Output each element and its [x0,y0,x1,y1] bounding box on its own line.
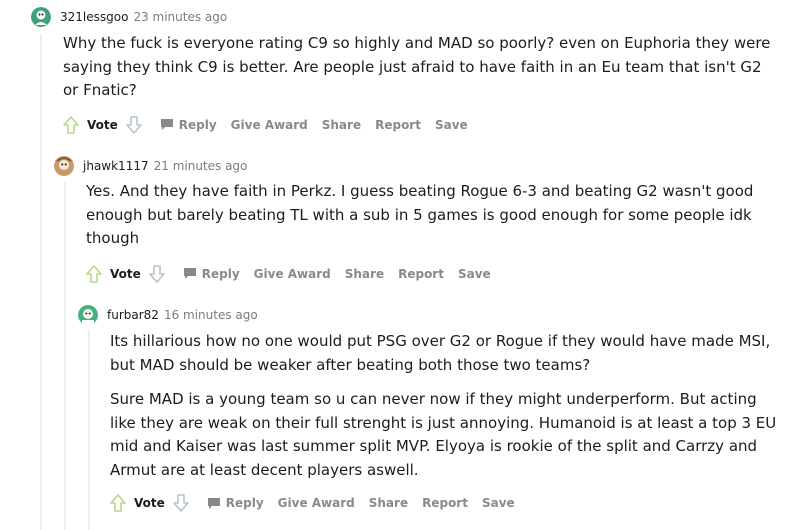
reply-icon [160,118,174,131]
upvote-arrow-icon [86,264,102,283]
upvote-button[interactable] [61,114,81,136]
comment: 321lessgoo 23 minutes ago Why the fuck i… [31,6,781,138]
comment-actions: Vote Reply Give Award Share Report Save [108,490,788,516]
downvote-arrow-icon [125,115,142,134]
save-button[interactable]: Save [435,118,468,132]
downvote-arrow-icon [172,494,189,512]
comment-paragraph: Its hillarious how no one would put PSG … [110,332,771,374]
username[interactable]: furbar82 [107,308,159,322]
username[interactable]: jhawk1117 [83,159,149,173]
comment-body: Its hillarious how no one would put PSG … [110,330,782,482]
comment-actions: Vote Reply Give Award Share Report Save [84,261,784,287]
comment-body: Why the fuck is everyone rating C9 so hi… [63,32,773,103]
avatar[interactable] [54,156,74,176]
save-button[interactable]: Save [458,267,491,281]
avatar-icon [54,156,74,176]
avatar-icon [78,305,98,325]
upvote-arrow-icon [110,494,126,512]
comment-paragraph: Sure MAD is a young team so u can never … [110,390,777,479]
report-button[interactable]: Report [398,267,444,281]
share-button[interactable]: Share [345,267,384,281]
timestamp[interactable]: 21 minutes ago [154,159,248,173]
comment-actions: Vote Reply Give Award Share Report Save [61,112,781,138]
username[interactable]: 321lessgoo [60,10,128,24]
report-button[interactable]: Report [422,496,468,510]
reply-label: Reply [201,266,240,281]
share-button[interactable]: Share [369,496,408,510]
reply-label: Reply [225,496,264,510]
reply-icon [207,497,221,510]
upvote-button[interactable] [84,263,104,285]
comment: jhawk1117 21 minutes ago Yes. And they h… [54,155,784,287]
vote-count: Vote [110,266,141,281]
avatar[interactable] [78,305,98,325]
comment-header: jhawk1117 21 minutes ago [54,155,784,177]
downvote-button[interactable] [124,114,144,136]
timestamp[interactable]: 16 minutes ago [164,308,258,322]
upvote-arrow-icon [63,115,79,134]
give-award-button[interactable]: Give Award [254,267,331,281]
reply-button[interactable]: Reply [160,118,217,132]
comment-body: Yes. And they have faith in Perkz. I gue… [86,180,776,251]
downvote-button[interactable] [147,263,167,285]
vote-count: Vote [87,117,118,132]
timestamp[interactable]: 23 minutes ago [133,10,227,24]
upvote-button[interactable] [108,492,128,514]
comment-header: 321lessgoo 23 minutes ago [31,6,781,28]
comment-header: furbar82 16 minutes ago [78,304,788,326]
save-button[interactable]: Save [482,496,515,510]
give-award-button[interactable]: Give Award [231,118,308,132]
comment: furbar82 16 minutes ago Its hillarious h… [78,304,788,516]
comment-paragraph: Why the fuck is everyone rating C9 so hi… [63,34,771,99]
avatar[interactable] [31,7,51,27]
downvote-arrow-icon [148,264,165,283]
reply-button[interactable]: Reply [207,496,264,510]
downvote-button[interactable] [171,492,191,514]
reply-button[interactable]: Reply [183,267,240,281]
report-button[interactable]: Report [375,118,421,132]
avatar-icon [31,7,51,27]
comment-paragraph: Yes. And they have faith in Perkz. I gue… [86,182,754,247]
reply-icon [183,267,197,280]
vote-count: Vote [134,496,165,510]
reply-label: Reply [178,117,217,132]
give-award-button[interactable]: Give Award [278,496,355,510]
share-button[interactable]: Share [322,118,361,132]
